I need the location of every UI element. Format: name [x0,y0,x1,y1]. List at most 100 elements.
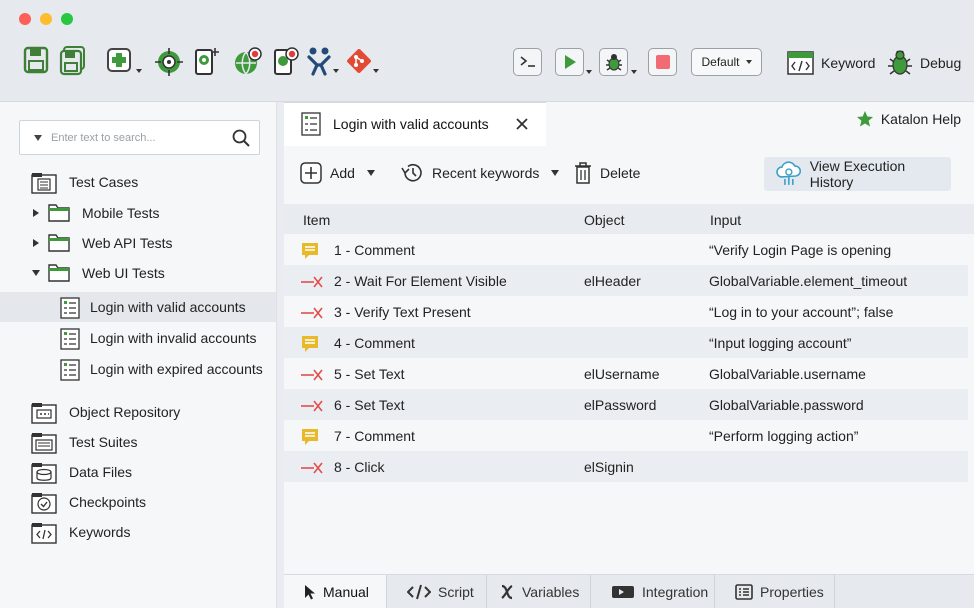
step-item-cell[interactable]: 2 - Wait For Element Visible [334,273,507,289]
step-input-cell[interactable]: “Log in to your account”; false [709,304,893,320]
new-add-icon[interactable] [106,46,134,76]
tab-integration[interactable]: Integration [591,575,715,608]
add-step-button[interactable]: Add [300,162,375,184]
save-all-icon[interactable] [59,46,87,76]
stop-icon [655,55,670,69]
steps-table-header: Item Object Input [284,204,974,234]
step-input-cell[interactable]: GlobalVariable.element_timeout [709,273,907,289]
step-input-cell[interactable]: “Perform logging action” [709,428,858,444]
trash-icon [575,162,591,184]
step-item-cell[interactable]: 8 - Click [334,459,385,475]
tree-item-login-valid-accounts[interactable]: Login with valid accounts [0,292,276,322]
table-row[interactable]: 6 - Set Text elPassword GlobalVariable.pas… [284,389,968,420]
column-header-input[interactable]: Input [710,212,741,228]
tree-item-web-ui-tests[interactable]: Web UI Tests [0,258,276,288]
recent-keywords-button[interactable]: Recent keywords [400,162,560,184]
debug-dropdown-chevron-icon[interactable] [631,70,637,74]
test-case-icon [60,328,80,350]
step-object-cell[interactable]: elPassword [584,397,656,413]
step-object-cell[interactable]: elUsername [584,366,659,382]
stop-button[interactable] [648,48,677,76]
step-input-cell[interactable]: GlobalVariable.password [709,397,864,413]
debug-perspective-label: Debug [920,55,962,71]
jira-dropdown-chevron-icon[interactable] [333,69,339,73]
tree-item-keywords[interactable]: Keywords [0,517,276,547]
column-header-object[interactable]: Object [584,212,624,228]
tab-variables[interactable]: Variables [487,575,591,608]
search-input[interactable] [51,131,221,144]
tree-label: Mobile Tests [82,205,160,221]
test-case-icon [60,297,80,319]
execution-profile-select[interactable]: Default [691,48,762,76]
table-row[interactable]: 3 - Verify Text Present “Log in to your a… [284,296,968,327]
save-icon[interactable] [23,46,51,76]
step-item-cell[interactable]: 5 - Set Text [334,366,405,382]
step-item-cell[interactable]: 7 - Comment [334,428,415,444]
table-row[interactable]: 5 - Set Text elUsername GlobalVariable.use… [284,358,968,389]
tree-item-test-suites[interactable]: Test Suites [0,427,276,457]
record-web-icon[interactable] [233,46,262,76]
record-mobile-icon[interactable] [272,46,300,76]
main-toolbar: Default Keyword Debug [0,0,974,102]
step-input-cell[interactable]: “Verify Login Page is opening [709,242,891,258]
step-object-cell[interactable]: elHeader [584,273,641,289]
step-input-cell[interactable]: “Input logging account” [709,335,851,351]
maximize-window-button[interactable] [61,13,73,25]
git-dropdown-chevron-icon[interactable] [373,69,379,73]
step-item-cell[interactable]: 6 - Set Text [334,397,405,413]
git-icon[interactable] [345,46,373,76]
run-dropdown-chevron-icon[interactable] [586,70,592,74]
spy-mobile-icon[interactable] [193,46,221,76]
tab-script[interactable]: Script [387,575,487,608]
minimize-window-button[interactable] [40,13,52,25]
tree-item-test-cases[interactable]: Test Cases [0,167,276,197]
jira-integration-icon[interactable] [305,46,333,76]
table-row[interactable]: 2 - Wait For Element Visible elHeader Glob… [284,265,968,296]
tab-manual[interactable]: Manual [284,575,387,608]
delete-step-button[interactable]: Delete [574,162,640,184]
tree-item-checkpoints[interactable]: Checkpoints [0,487,276,517]
column-header-item[interactable]: Item [303,212,330,228]
tab-login-valid-accounts[interactable]: Login with valid accounts [284,102,546,146]
run-button[interactable] [555,48,584,76]
table-row[interactable]: 4 - Comment “Input logging account” [284,327,968,358]
table-row[interactable]: 1 - Comment “Verify Login Page is opening [284,234,968,265]
editor-view-tabs: Manual Script Variables Integration Prop… [284,574,974,608]
expand-arrow-icon[interactable] [33,209,39,217]
debug-perspective-button[interactable]: Debug [887,48,961,78]
folder-open-icon [48,264,70,282]
search-icon[interactable] [232,129,250,147]
tab-properties[interactable]: Properties [715,575,835,608]
close-window-button[interactable] [19,13,31,25]
katalon-help-link[interactable]: Katalon Help [856,110,961,128]
view-execution-history-button[interactable]: View Execution History [764,157,951,191]
keyword-step-icon [300,368,324,385]
search-filter-dropdown-icon[interactable] [34,134,42,141]
terminal-button[interactable] [513,48,542,76]
step-object-cell[interactable]: elSignin [584,459,634,475]
keyword-perspective-button[interactable]: Keyword [787,48,875,78]
step-input-cell[interactable]: GlobalVariable.username [709,366,866,382]
step-item-cell[interactable]: 3 - Verify Text Present [334,304,471,320]
tree-item-login-expired-accounts[interactable]: Login with expired accounts [0,354,276,384]
table-row[interactable]: 8 - Click elSignin [284,451,968,482]
step-item-cell[interactable]: 1 - Comment [334,242,415,258]
test-case-editor: Login with valid accounts Katalon Help A… [284,102,974,608]
table-row[interactable]: 7 - Comment “Perform logging action” [284,420,968,451]
properties-list-icon [735,584,753,600]
expand-arrow-icon[interactable] [33,239,39,247]
tree-item-mobile-tests[interactable]: Mobile Tests [0,198,276,228]
debug-run-button[interactable] [599,48,628,76]
tree-label: Keywords [69,524,131,540]
chevron-down-icon [745,60,752,64]
folder-icon [48,204,70,222]
close-icon[interactable] [515,117,529,131]
tree-item-object-repository[interactable]: Object Repository [0,397,276,427]
step-item-cell[interactable]: 4 - Comment [334,335,415,351]
collapse-arrow-icon[interactable] [32,270,40,276]
tree-item-web-api-tests[interactable]: Web API Tests [0,228,276,258]
tree-item-data-files[interactable]: Data Files [0,457,276,487]
tree-item-login-invalid-accounts[interactable]: Login with invalid accounts [0,323,276,353]
spy-web-icon[interactable] [155,46,183,76]
new-dropdown-chevron-icon[interactable] [136,69,142,73]
